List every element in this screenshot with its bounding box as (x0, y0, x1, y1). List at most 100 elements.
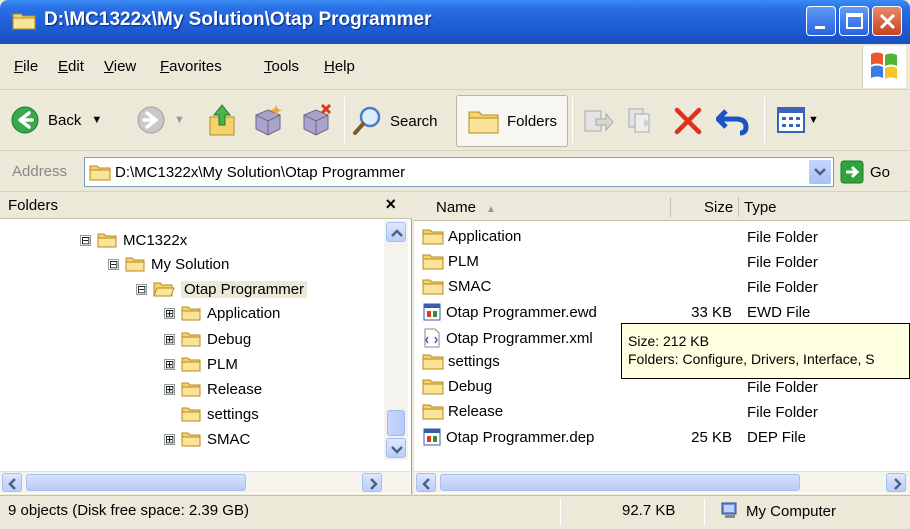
list-item[interactable]: Application File Folder (414, 225, 910, 250)
views-grid-icon (777, 107, 805, 133)
delete-item-button[interactable] (298, 103, 334, 137)
list-item[interactable]: SMAC File Folder (414, 275, 910, 300)
search-button[interactable]: Search (352, 105, 438, 137)
delete-x-icon (674, 107, 702, 135)
title-bar[interactable]: D:\MC1322x\My Solution\Otap Programmer (0, 0, 910, 44)
status-size: 92.7 KB (622, 502, 676, 519)
scroll-down-button[interactable] (386, 438, 406, 458)
list-item[interactable]: Otap Programmer.dep 25 KB DEP File (414, 425, 910, 450)
collapse-icon[interactable]: ⊟ (80, 234, 91, 246)
column-separator[interactable] (670, 197, 671, 217)
go-label: Go (870, 163, 891, 181)
chevron-left-icon (422, 478, 430, 490)
expand-icon[interactable]: ⊞ (164, 333, 175, 345)
list-item[interactable]: Otap Programmer.ewd 33 KB EWD File (414, 300, 910, 325)
tree-item-plm[interactable]: ⊞ PLM (164, 352, 238, 376)
menu-edit[interactable]: Edit (58, 58, 84, 75)
tree-item-mc1322x[interactable]: ⊟ MC1322x (80, 228, 187, 252)
address-input[interactable]: D:\MC1322x\My Solution\Otap Programmer (84, 157, 834, 187)
file-type: DEP File (747, 429, 806, 446)
delete-button[interactable] (672, 105, 704, 137)
collapse-icon[interactable]: ⊟ (136, 283, 147, 295)
collapse-icon[interactable]: ⊟ (108, 258, 119, 270)
menu-file[interactable]: File (14, 58, 38, 75)
scroll-left-button[interactable] (416, 473, 436, 492)
tree-item-otap-programmer[interactable]: ⊟ Otap Programmer (136, 277, 308, 301)
list-item[interactable]: PLM File Folder (414, 250, 910, 275)
folder-icon (89, 165, 111, 181)
back-dropdown-icon[interactable]: ▼ (91, 114, 102, 126)
new-item-button[interactable] (250, 103, 286, 137)
file-type: File Folder (747, 379, 818, 396)
dep-file-icon (423, 428, 441, 446)
scroll-thumb[interactable] (440, 474, 800, 491)
undo-button[interactable] (716, 105, 750, 137)
scroll-up-button[interactable] (386, 222, 406, 242)
tree-item-my-solution[interactable]: ⊟ My Solution (108, 252, 229, 276)
folders-button[interactable]: Folders (456, 95, 569, 147)
move-to-button[interactable] (582, 105, 614, 135)
maximize-button[interactable] (839, 6, 869, 36)
tree-item-settings[interactable]: settings (181, 402, 259, 426)
toolbar-separator (764, 97, 765, 143)
chevron-right-icon (894, 478, 902, 490)
file-name: Otap Programmer.ewd (446, 303, 597, 321)
status-location: My Computer (720, 502, 836, 520)
copy-to-button[interactable] (626, 105, 658, 135)
folder-icon (181, 407, 201, 422)
go-button[interactable]: Go (840, 160, 890, 184)
chevron-left-icon (8, 478, 16, 490)
list-horizontal-scrollbar[interactable] (414, 471, 910, 493)
back-label: Back (48, 111, 82, 129)
menu-help[interactable]: Help (324, 58, 355, 75)
tree-item-release[interactable]: ⊞ Release (164, 377, 262, 401)
scroll-thumb[interactable] (26, 474, 246, 491)
status-object-count: 9 objects (Disk free space: 2.39 GB) (8, 502, 249, 519)
list-item[interactable]: Release File Folder (414, 400, 910, 425)
scroll-right-button[interactable] (362, 473, 382, 492)
address-bar: Address D:\MC1322x\My Solution\Otap Prog… (0, 152, 910, 192)
chevron-down-icon (391, 446, 403, 454)
file-size: 33 KB (691, 304, 732, 321)
column-header-size[interactable]: Size (704, 199, 733, 216)
up-folder-button[interactable] (206, 103, 238, 137)
views-button[interactable]: ▼ (776, 105, 819, 135)
tree-item-application[interactable]: ⊞ Application (164, 301, 280, 325)
forward-dropdown-icon[interactable]: ▼ (174, 114, 185, 126)
expand-icon[interactable]: ⊞ (164, 358, 175, 370)
folder-icon (181, 382, 201, 397)
scroll-right-button[interactable] (886, 473, 906, 492)
undo-icon (716, 109, 749, 136)
folders-pane-close-button[interactable]: × (385, 194, 396, 215)
menu-favorites[interactable]: Favorites (160, 58, 222, 75)
tree-item-label: settings (207, 405, 259, 423)
forward-button[interactable]: ▼ (136, 105, 185, 135)
scroll-left-button[interactable] (2, 473, 22, 492)
folders-horizontal-scrollbar[interactable] (0, 471, 410, 493)
minimize-button[interactable] (806, 6, 836, 36)
column-separator[interactable] (738, 197, 739, 217)
expand-icon[interactable]: ⊞ (164, 307, 175, 319)
address-dropdown-button[interactable] (809, 160, 831, 184)
tree-item-debug[interactable]: ⊞ Debug (164, 327, 251, 351)
expand-icon[interactable]: ⊞ (164, 383, 175, 395)
folder-icon (181, 306, 201, 321)
expand-icon[interactable]: ⊞ (164, 433, 175, 445)
close-button[interactable] (872, 6, 902, 36)
copy-to-icon (628, 108, 652, 133)
tree-item-label: Release (207, 380, 263, 398)
location-label: My Computer (746, 502, 837, 520)
views-dropdown-icon[interactable]: ▼ (808, 114, 819, 126)
folders-vertical-scrollbar[interactable] (384, 220, 408, 460)
back-button[interactable]: Back ▼ (10, 105, 102, 135)
menu-tools[interactable]: Tools (264, 58, 299, 75)
forward-arrow-icon (137, 106, 165, 134)
scroll-thumb[interactable] (387, 410, 405, 436)
column-header-name[interactable]: Name ▲ (436, 199, 496, 216)
menu-view[interactable]: View (104, 58, 136, 75)
file-name: PLM (448, 253, 479, 270)
tree-item-smac[interactable]: ⊞ SMAC (164, 427, 250, 451)
folder-icon (125, 257, 145, 272)
file-name: Otap Programmer.dep (446, 428, 595, 446)
column-header-type[interactable]: Type (744, 199, 777, 216)
